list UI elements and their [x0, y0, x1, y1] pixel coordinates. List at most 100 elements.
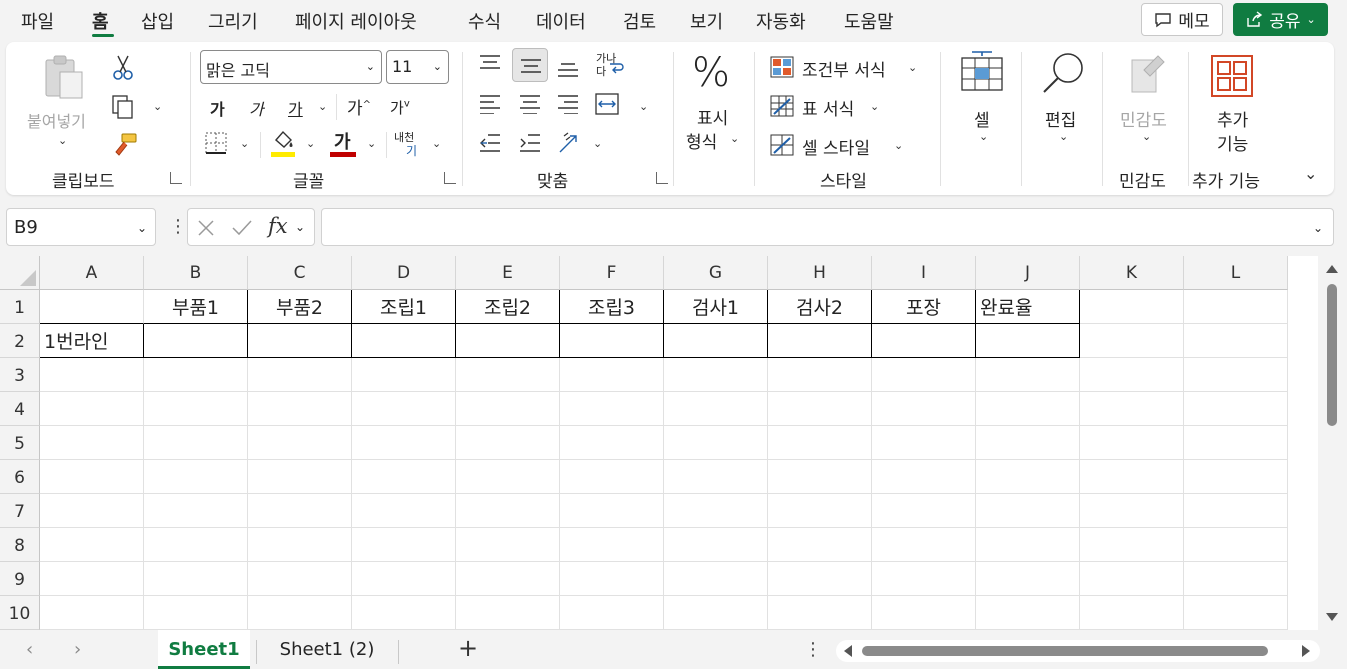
- cell-styles-button[interactable]: 셀 스타일 ⌄: [770, 132, 910, 159]
- cell-h9[interactable]: [768, 562, 872, 596]
- column-header-j[interactable]: J: [976, 256, 1080, 290]
- horizontal-scroll-thumb[interactable]: [862, 646, 1268, 656]
- add-ins-button[interactable]: 추가 기능: [1198, 48, 1270, 158]
- cell-b4[interactable]: [144, 392, 248, 426]
- cell-j7[interactable]: [976, 494, 1080, 528]
- cell-c8[interactable]: [248, 528, 352, 562]
- row-header-9[interactable]: 9: [0, 562, 40, 596]
- prev-sheet-icon[interactable]: ‹: [26, 639, 33, 660]
- cell-a4[interactable]: [40, 392, 144, 426]
- name-box[interactable]: B9 ⌄: [6, 208, 156, 246]
- cell-h6[interactable]: [768, 460, 872, 494]
- cell-f7[interactable]: [560, 494, 664, 528]
- conditional-formatting-button[interactable]: 조건부 서식 ⌄: [770, 54, 920, 81]
- share-button[interactable]: 공유 ⌄: [1233, 3, 1328, 36]
- cell-h5[interactable]: [768, 426, 872, 460]
- italic-button[interactable]: 가: [249, 96, 264, 120]
- cell-c3[interactable]: [248, 358, 352, 392]
- cell-b2[interactable]: [144, 324, 248, 358]
- cell-j8[interactable]: [976, 528, 1080, 562]
- cell-b6[interactable]: [144, 460, 248, 494]
- cell-j9[interactable]: [976, 562, 1080, 596]
- cell-l2[interactable]: [1184, 324, 1288, 358]
- ribbon-collapse-chevron-icon[interactable]: ⌄: [1304, 164, 1317, 183]
- column-header-f[interactable]: F: [560, 256, 664, 290]
- cell-i4[interactable]: [872, 392, 976, 426]
- align-top-icon[interactable]: [478, 54, 502, 74]
- font-color-button[interactable]: 가: [330, 128, 356, 158]
- cell-k9[interactable]: [1080, 562, 1184, 596]
- cell-f2[interactable]: [560, 324, 664, 358]
- font-size-select[interactable]: 11 ⌄: [386, 50, 449, 84]
- cell-h8[interactable]: [768, 528, 872, 562]
- cell-j1[interactable]: 완료율: [976, 290, 1080, 324]
- cell-f4[interactable]: [560, 392, 664, 426]
- cell-e9[interactable]: [456, 562, 560, 596]
- column-header-i[interactable]: I: [872, 256, 976, 290]
- merge-center-icon[interactable]: [594, 92, 620, 116]
- cell-d7[interactable]: [352, 494, 456, 528]
- cell-l1[interactable]: [1184, 290, 1288, 324]
- cell-d6[interactable]: [352, 460, 456, 494]
- align-left-icon[interactable]: [478, 94, 502, 114]
- cell-f5[interactable]: [560, 426, 664, 460]
- cell-a10[interactable]: [40, 596, 144, 630]
- cell-k8[interactable]: [1080, 528, 1184, 562]
- cell-a1[interactable]: [40, 290, 144, 324]
- cell-a2[interactable]: 1번라인: [40, 324, 144, 358]
- menu-home[interactable]: 홈: [92, 8, 109, 34]
- formula-expand-chevron-icon[interactable]: ⌄: [1313, 221, 1323, 235]
- formula-input[interactable]: ⌄: [321, 208, 1334, 246]
- cell-h7[interactable]: [768, 494, 872, 528]
- cell-d2[interactable]: [352, 324, 456, 358]
- next-sheet-icon[interactable]: ›: [74, 639, 81, 660]
- cell-g5[interactable]: [664, 426, 768, 460]
- menu-data[interactable]: 데이터: [536, 8, 586, 34]
- fill-color-icon[interactable]: [270, 128, 296, 158]
- column-header-c[interactable]: C: [248, 256, 352, 290]
- row-header-2[interactable]: 2: [0, 324, 40, 358]
- font-dialog-launcher-icon[interactable]: [444, 172, 456, 184]
- sheet-tab-sheet1-2[interactable]: Sheet1 (2): [266, 630, 388, 669]
- cells-button[interactable]: 셀 ⌄: [954, 48, 1010, 148]
- row-header-5[interactable]: 5: [0, 426, 40, 460]
- column-header-h[interactable]: H: [768, 256, 872, 290]
- menu-insert[interactable]: 삽입: [141, 8, 174, 34]
- cell-l9[interactable]: [1184, 562, 1288, 596]
- cell-i3[interactable]: [872, 358, 976, 392]
- phonetic-chevron-icon[interactable]: ⌄: [432, 137, 441, 150]
- add-sheet-button[interactable]: +: [458, 634, 478, 662]
- clipboard-dialog-launcher-icon[interactable]: [170, 172, 182, 184]
- row-header-4[interactable]: 4: [0, 392, 40, 426]
- scroll-down-icon[interactable]: [1326, 613, 1338, 621]
- column-header-k[interactable]: K: [1080, 256, 1184, 290]
- cell-g10[interactable]: [664, 596, 768, 630]
- cell-g4[interactable]: [664, 392, 768, 426]
- fill-color-chevron-icon[interactable]: ⌄: [306, 137, 315, 150]
- row-header-8[interactable]: 8: [0, 528, 40, 562]
- cell-e10[interactable]: [456, 596, 560, 630]
- enter-check-icon[interactable]: [231, 219, 253, 237]
- cell-c4[interactable]: [248, 392, 352, 426]
- scroll-right-icon[interactable]: [1302, 645, 1310, 657]
- cell-j2[interactable]: [976, 324, 1080, 358]
- cell-a5[interactable]: [40, 426, 144, 460]
- cell-l8[interactable]: [1184, 528, 1288, 562]
- cell-l7[interactable]: [1184, 494, 1288, 528]
- underline-button[interactable]: 가: [288, 96, 303, 120]
- cell-i2[interactable]: [872, 324, 976, 358]
- cell-i9[interactable]: [872, 562, 976, 596]
- cell-f9[interactable]: [560, 562, 664, 596]
- horizontal-scrollbar[interactable]: [836, 640, 1320, 662]
- cell-h3[interactable]: [768, 358, 872, 392]
- cell-l4[interactable]: [1184, 392, 1288, 426]
- align-right-icon[interactable]: [556, 94, 580, 114]
- cell-j10[interactable]: [976, 596, 1080, 630]
- align-bottom-icon[interactable]: [556, 58, 580, 78]
- cell-b3[interactable]: [144, 358, 248, 392]
- cell-h4[interactable]: [768, 392, 872, 426]
- select-all-button[interactable]: [0, 256, 40, 290]
- menu-draw[interactable]: 그리기: [208, 8, 258, 34]
- cell-b10[interactable]: [144, 596, 248, 630]
- cell-k10[interactable]: [1080, 596, 1184, 630]
